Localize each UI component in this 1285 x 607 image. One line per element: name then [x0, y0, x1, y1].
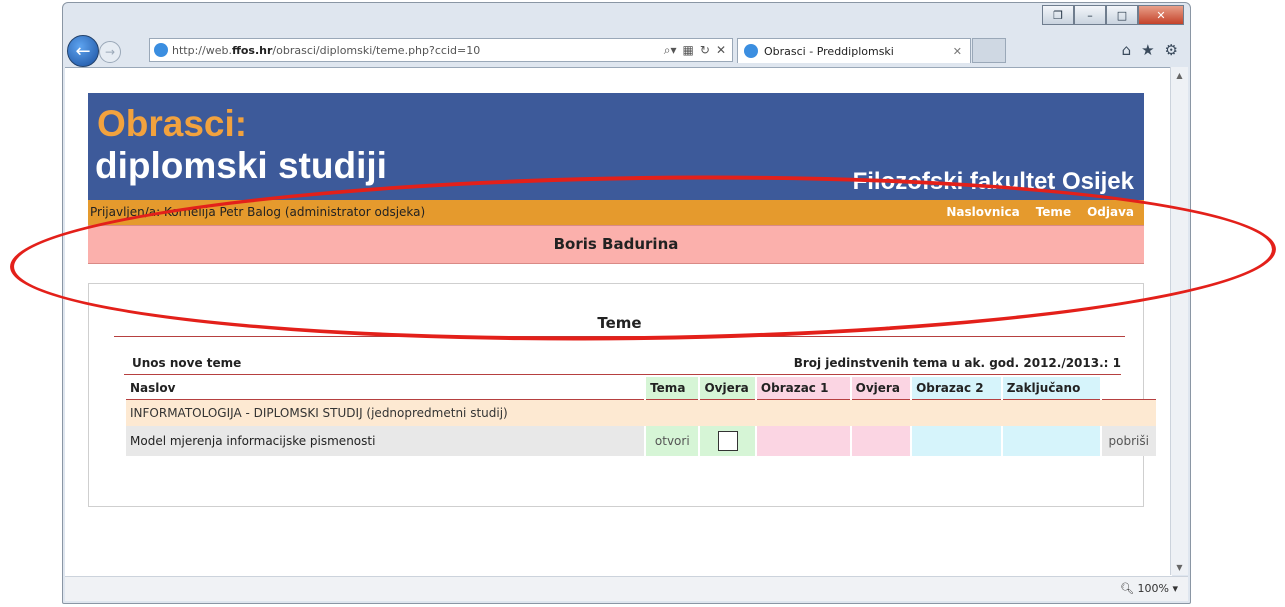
search-icon[interactable]: ⌕▾	[664, 43, 677, 58]
site: Obrasci: diplomski studiji Filozofski fa…	[88, 93, 1156, 507]
compatibility-icon[interactable]: ▦	[683, 43, 694, 58]
vertical-scrollbar[interactable]: ▲ ▼	[1170, 67, 1188, 575]
minimize-button[interactable]: –	[1074, 5, 1106, 25]
back-button[interactable]: ←	[67, 35, 99, 67]
study-group-row: INFORMATOLOGIJA - DIPLOMSKI STUDIJ (jedn…	[126, 400, 1156, 426]
nav-odjava[interactable]: Odjava	[1087, 205, 1134, 219]
user-bar: Prijavljen/a: Kornelija Petr Balog (admi…	[88, 200, 1144, 225]
favorites-star-icon[interactable]: ★	[1141, 41, 1154, 59]
address-url[interactable]: http://web.ffos.hr/obrasci/diplomski/tem…	[172, 44, 664, 57]
ie-tab-icon	[744, 44, 758, 58]
col-obrazac-2: Obrazac 2	[912, 377, 1001, 400]
obrazac2-cell	[912, 426, 1001, 456]
col-ovjera-2: Ovjera	[851, 377, 911, 400]
col-ovjera-1: Ovjera	[700, 377, 755, 400]
address-tools: ⌕▾ ▦ ↻ ✕	[664, 43, 726, 58]
home-icon[interactable]: ⌂	[1122, 41, 1132, 59]
scroll-up-icon[interactable]: ▲	[1171, 67, 1188, 83]
ovjera-checkbox[interactable]	[717, 431, 738, 451]
browser-window: ❐ – □ ✕ ← → http://web.ffos.hr/obrasci/d…	[62, 2, 1191, 604]
nav-teme[interactable]: Teme	[1036, 205, 1071, 219]
settings-gear-icon[interactable]: ⚙	[1165, 41, 1178, 59]
scroll-down-icon[interactable]: ▼	[1171, 559, 1188, 575]
col-zakljucano: Zaključano	[1002, 377, 1100, 400]
new-tab-button[interactable]	[972, 38, 1006, 63]
table-row: Model mjerenja informacijske pismenosti …	[126, 426, 1156, 456]
refresh-icon[interactable]: ↻	[700, 43, 710, 58]
student-name-bar: Boris Badurina	[88, 225, 1144, 264]
window-controls: ❐ – □ ✕	[1042, 5, 1184, 25]
unique-topics-count: Broj jedinstvenih tema u ak. god. 2012./…	[793, 356, 1121, 370]
restore-icon[interactable]: ❐	[1042, 5, 1074, 25]
topics-table: Naslov Tema Ovjera Obrazac 1 Ovjera Obra…	[124, 377, 1158, 456]
stop-icon[interactable]: ✕	[716, 43, 726, 58]
teme-panel: Teme Unos nove teme Broj jedinstvenih te…	[88, 283, 1156, 507]
obrazac1-cell	[756, 426, 850, 456]
zoom-control[interactable]: 🔍︎ 100% ▾	[1120, 582, 1178, 595]
nav-naslovnica[interactable]: Naslovnica	[946, 205, 1019, 219]
close-button[interactable]: ✕	[1138, 5, 1184, 25]
new-topic-link[interactable]: Unos nove teme	[132, 356, 241, 370]
col-actions	[1101, 377, 1156, 400]
topic-title: Model mjerenja informacijske pismenosti	[126, 426, 645, 456]
zoom-level: 100%	[1137, 582, 1169, 595]
navigation-bar: ← → http://web.ffos.hr/obrasci/diplomski…	[67, 33, 1186, 67]
status-bar: 🔍︎ 100% ▾	[65, 576, 1188, 601]
ie-page-icon	[154, 43, 168, 57]
col-tema: Tema	[646, 377, 699, 400]
table-header-row: Naslov Tema Ovjera Obrazac 1 Ovjera Obra…	[126, 377, 1156, 400]
site-title-line1: Obrasci:	[97, 103, 248, 144]
forward-button[interactable]: →	[99, 41, 121, 63]
address-bar[interactable]: http://web.ffos.hr/obrasci/diplomski/tem…	[149, 38, 733, 62]
col-naslov: Naslov	[126, 377, 645, 400]
command-icons: ⌂ ★ ⚙	[1122, 41, 1178, 59]
tab-obrasci[interactable]: Obrasci - Preddiplomski ✕	[737, 38, 971, 63]
study-group-label: INFORMATOLOGIJA - DIPLOMSKI STUDIJ (jedn…	[126, 400, 1156, 426]
ovjera-cell	[700, 426, 755, 456]
institution-name: Filozofski fakultet Osijek	[852, 168, 1134, 195]
open-topic-link[interactable]: otvori	[646, 426, 699, 456]
col-obrazac-1: Obrazac 1	[756, 377, 850, 400]
site-header: Obrasci: diplomski studiji Filozofski fa…	[88, 93, 1144, 200]
zoom-icon: 🔍︎	[1120, 582, 1135, 595]
teme-heading: Teme	[114, 314, 1125, 337]
delete-topic-link[interactable]: pobriši	[1101, 426, 1156, 456]
top-nav: Naslovnica Teme Odjava	[946, 205, 1134, 219]
tab-title: Obrasci - Preddiplomski	[764, 44, 894, 58]
ovjera2-cell	[851, 426, 911, 456]
maximize-button[interactable]: □	[1106, 5, 1138, 25]
teme-toolbar: Unos nove teme Broj jedinstvenih tema u …	[124, 354, 1121, 375]
site-title-line2: diplomski studiji	[95, 145, 387, 186]
logged-in-user: Prijavljen/a: Kornelija Petr Balog (admi…	[90, 205, 426, 219]
page-viewport: Obrasci: diplomski studiji Filozofski fa…	[65, 67, 1172, 576]
tab-close-icon[interactable]: ✕	[953, 45, 962, 58]
zakljucano-cell	[1002, 426, 1100, 456]
